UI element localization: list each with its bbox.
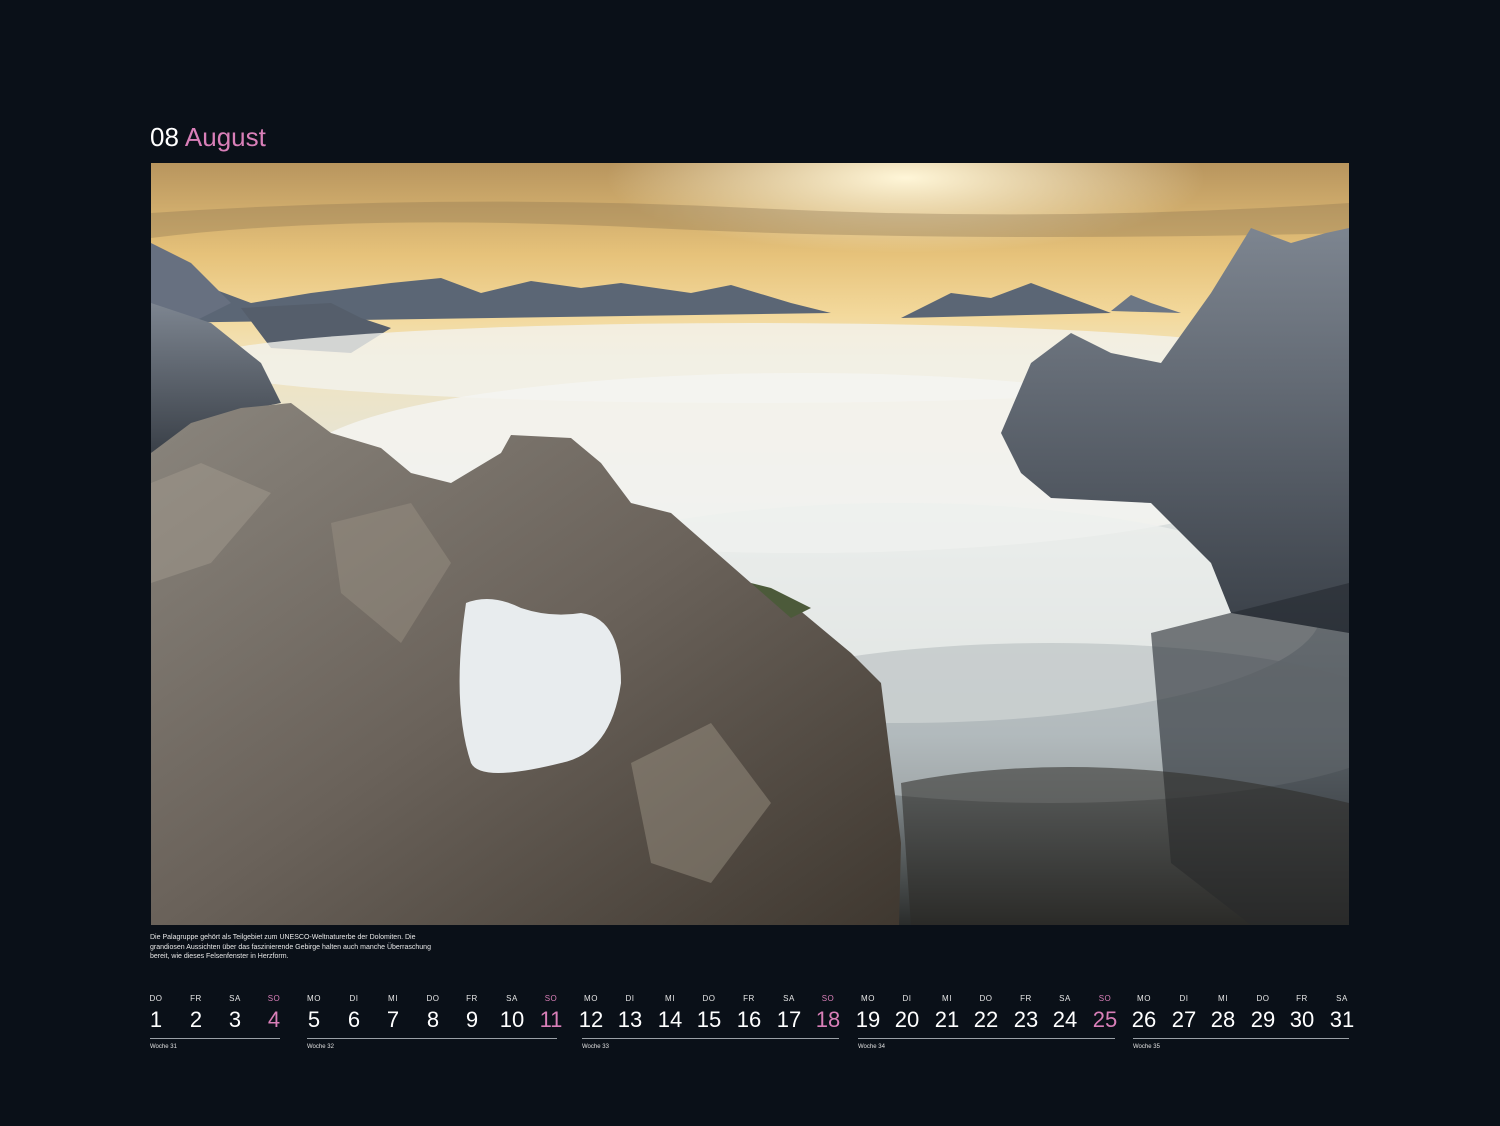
day-number: 28 xyxy=(1210,1007,1236,1032)
weekday-label: DO xyxy=(702,994,716,1003)
day-number: 18 xyxy=(815,1007,841,1032)
week-label: Woche 34 xyxy=(858,1044,885,1050)
day-number: 15 xyxy=(696,1007,722,1032)
week-divider xyxy=(1133,1038,1349,1039)
landscape-photo xyxy=(151,163,1349,925)
weekday-label: FR xyxy=(466,994,478,1003)
weekday-label: SA xyxy=(1336,994,1348,1003)
weekday-label: SA xyxy=(783,994,795,1003)
weekday-label: SA xyxy=(1059,994,1071,1003)
weekday-label: SO xyxy=(1098,994,1112,1003)
weekday-label: MI xyxy=(942,994,952,1003)
day-number: 10 xyxy=(499,1007,525,1032)
weekday-label: DI xyxy=(1179,994,1189,1003)
week-label: Woche 33 xyxy=(582,1044,609,1050)
weekday-label: FR xyxy=(1020,994,1032,1003)
day-number: 6 xyxy=(347,1007,361,1032)
weekday-label: SO xyxy=(267,994,281,1003)
day-number: 19 xyxy=(855,1007,881,1032)
day-number: 8 xyxy=(426,1007,440,1032)
week-label: Woche 31 xyxy=(150,1044,177,1050)
weekday-label: SO xyxy=(821,994,835,1003)
week-label: Woche 35 xyxy=(1133,1044,1160,1050)
weekday-label: DI xyxy=(902,994,912,1003)
day-number: 2 xyxy=(189,1007,203,1032)
month-number: 08 xyxy=(150,122,179,152)
day-number: 27 xyxy=(1171,1007,1197,1032)
weekday-label: DO xyxy=(426,994,440,1003)
day-number: 23 xyxy=(1013,1007,1039,1032)
week-divider xyxy=(858,1038,1115,1039)
weekday-label: FR xyxy=(190,994,202,1003)
day-number: 14 xyxy=(657,1007,683,1032)
weekday-label: DO xyxy=(1256,994,1270,1003)
day-number: 26 xyxy=(1131,1007,1157,1032)
day-number: 3 xyxy=(228,1007,242,1032)
day-number: 29 xyxy=(1250,1007,1276,1032)
day-number: 31 xyxy=(1329,1007,1355,1032)
weekday-label: MO xyxy=(584,994,598,1003)
weekday-label: DI xyxy=(625,994,635,1003)
week-label: Woche 32 xyxy=(307,1044,334,1050)
day-number: 12 xyxy=(578,1007,604,1032)
day-number: 16 xyxy=(736,1007,762,1032)
weekday-label: DO xyxy=(149,994,163,1003)
weekday-label: MO xyxy=(307,994,321,1003)
weekday-label: MI xyxy=(1218,994,1228,1003)
week-divider xyxy=(582,1038,839,1039)
weekday-label: FR xyxy=(743,994,755,1003)
weekday-label: FR xyxy=(1296,994,1308,1003)
month-name: August xyxy=(184,122,266,152)
photo-caption: Die Palagruppe gehört als Teilgebiet zum… xyxy=(150,934,431,960)
day-number: 7 xyxy=(386,1007,400,1032)
day-number: 13 xyxy=(617,1007,643,1032)
weekday-label: MI xyxy=(665,994,675,1003)
weekday-label: MI xyxy=(388,994,398,1003)
weekday-label: SA xyxy=(506,994,518,1003)
day-number: 11 xyxy=(539,1007,563,1032)
day-number: 24 xyxy=(1052,1007,1078,1032)
weekday-label: DO xyxy=(979,994,993,1003)
day-number: 9 xyxy=(465,1007,479,1032)
day-number: 5 xyxy=(307,1007,321,1032)
weekday-label: MO xyxy=(1137,994,1151,1003)
day-number: 30 xyxy=(1289,1007,1315,1032)
day-number: 21 xyxy=(934,1007,960,1032)
month-title: 08 August xyxy=(150,120,266,154)
day-number: 4 xyxy=(267,1007,281,1032)
weekday-label: SA xyxy=(229,994,241,1003)
day-number: 25 xyxy=(1092,1007,1118,1032)
day-number: 22 xyxy=(973,1007,999,1032)
day-number: 17 xyxy=(776,1007,802,1032)
weekday-label: DI xyxy=(349,994,359,1003)
weekday-label: MO xyxy=(861,994,875,1003)
week-divider xyxy=(307,1038,557,1039)
day-number: 1 xyxy=(149,1007,163,1032)
weekday-label: SO xyxy=(544,994,558,1003)
week-divider xyxy=(150,1038,280,1039)
day-number: 20 xyxy=(894,1007,920,1032)
